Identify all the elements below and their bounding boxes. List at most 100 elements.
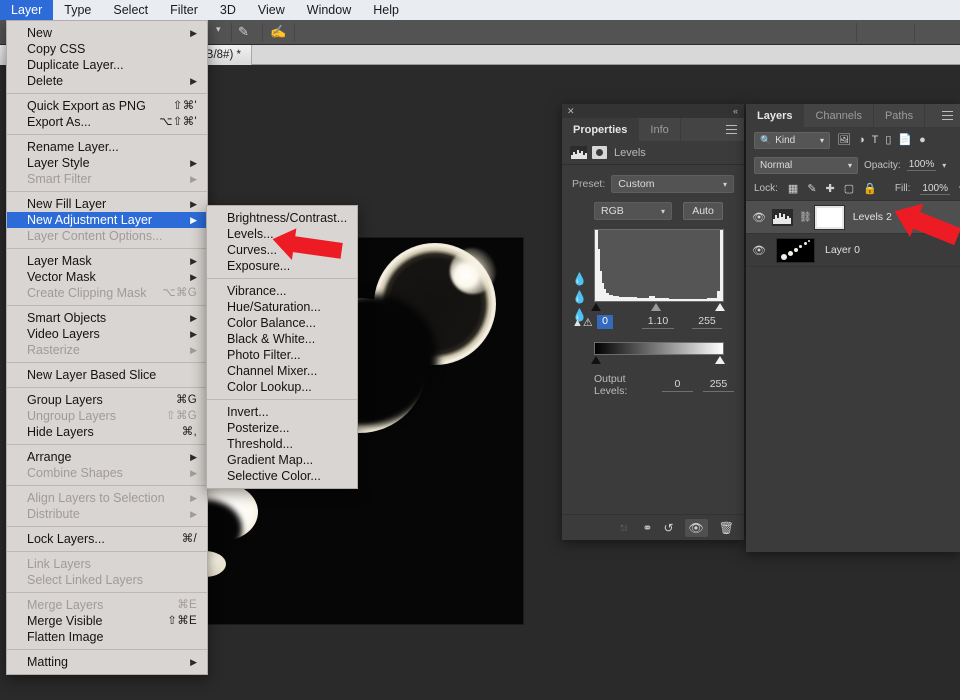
chevron-down-icon[interactable]: ▾ <box>942 161 946 170</box>
menu-item-invert[interactable]: Invert... <box>207 404 357 420</box>
menu-item-new-layer-based-slice[interactable]: New Layer Based Slice <box>7 367 207 383</box>
output-black-slider[interactable] <box>591 356 601 364</box>
menu-item-posterize[interactable]: Posterize... <box>207 420 357 436</box>
toggle-previous-state-icon[interactable]: ⚭ <box>642 521 652 535</box>
menu-item-rename-layer[interactable]: Rename Layer... <box>7 139 207 155</box>
collapse-icon[interactable]: « <box>733 106 738 116</box>
menu-item-color-balance[interactable]: Color Balance... <box>207 315 357 331</box>
blend-mode-select[interactable]: Normal ▾ <box>754 156 858 174</box>
menu-item-layer-mask[interactable]: Layer Mask ▶ <box>7 253 207 269</box>
menu-item-copy-css[interactable]: Copy CSS <box>7 41 207 57</box>
fill-value[interactable]: 100% <box>920 183 950 195</box>
menu-item-black-white[interactable]: Black & White... <box>207 331 357 347</box>
auto-button[interactable]: Auto <box>683 202 723 220</box>
menu-item-matting[interactable]: Matting ▶ <box>7 654 207 670</box>
menu-item-vector-mask[interactable]: Vector Mask ▶ <box>7 269 207 285</box>
menu-item-duplicate-layer[interactable]: Duplicate Layer... <box>7 57 207 73</box>
menu-item-hide-layers[interactable]: Hide Layers ⌘, <box>7 424 207 440</box>
histogram-warning-icon[interactable]: ▲⚠ <box>572 316 593 329</box>
clip-to-layer-icon[interactable]: ◾ <box>616 521 631 535</box>
properties-panel-titlebar[interactable]: ✕ « <box>562 104 744 118</box>
reset-icon[interactable]: ↺ <box>663 521 673 535</box>
menu-item-hue-saturation[interactable]: Hue/Saturation... <box>207 299 357 315</box>
menu-item-vibrance[interactable]: Vibrance... <box>207 283 357 299</box>
tab-properties[interactable]: Properties <box>562 118 640 141</box>
adjustment-filter-icon[interactable]: ◑ <box>858 134 865 146</box>
smart-object-filter-icon[interactable]: 📄 <box>898 134 912 146</box>
set-gray-point-eyedropper-icon[interactable]: 💧 <box>572 291 587 303</box>
lock-all-icon[interactable]: 🔒 <box>863 183 877 195</box>
menubar-item-select[interactable]: Select <box>102 0 159 20</box>
layer-name[interactable]: Layer 0 <box>825 244 860 256</box>
menu-item-group-layers[interactable]: Group Layers ⌘G <box>7 392 207 408</box>
menu-item-photo-filter[interactable]: Photo Filter... <box>207 347 357 363</box>
menu-item-threshold[interactable]: Threshold... <box>207 436 357 452</box>
adjustment-thumbnail[interactable] <box>772 208 793 226</box>
menu-item-quick-export-as-png[interactable]: Quick Export as PNG ⇧⌘' <box>7 98 207 114</box>
lock-position-icon[interactable]: ✚ <box>826 183 835 195</box>
menu-item-gradient-map[interactable]: Gradient Map... <box>207 452 357 468</box>
close-icon[interactable]: ✕ <box>567 106 575 116</box>
filter-kind-select[interactable]: 🔍 Kind ▾ <box>754 131 830 149</box>
channel-select[interactable]: RGB ▾ <box>594 202 672 220</box>
menubar-item-window[interactable]: Window <box>296 0 362 20</box>
menu-item-new-adjustment-layer[interactable]: New Adjustment Layer ▶ <box>7 212 207 228</box>
output-white-value[interactable]: 255 <box>702 378 734 392</box>
menubar-item-layer[interactable]: Layer <box>0 0 54 20</box>
menu-item-brightness-contrast[interactable]: Brightness/Contrast... <box>207 210 357 226</box>
menu-item-new-fill-layer[interactable]: New Fill Layer ▶ <box>7 196 207 212</box>
menu-item-new[interactable]: New ▶ <box>7 25 207 41</box>
brush-angle-icon[interactable]: ✎ <box>238 24 249 40</box>
black-point-slider[interactable] <box>591 303 601 311</box>
lock-transparent-pixels-icon[interactable]: ▦ <box>788 183 798 195</box>
gamma-slider[interactable] <box>651 303 661 311</box>
layer-thumbnail[interactable] <box>776 237 815 263</box>
preset-select[interactable]: Custom ▾ <box>611 175 734 193</box>
tablet-pressure-icon[interactable]: ✍ <box>270 24 286 40</box>
menubar-item-view[interactable]: View <box>247 0 296 20</box>
link-mask-icon[interactable]: ⛓ <box>799 212 812 223</box>
output-black-value[interactable]: 0 <box>661 378 693 392</box>
menu-item-smart-objects[interactable]: Smart Objects ▶ <box>7 310 207 326</box>
menu-item-merge-visible[interactable]: Merge Visible ⇧⌘E <box>7 613 207 629</box>
tab-layers[interactable]: Layers <box>746 104 805 127</box>
layer-visibility-icon[interactable]: 👁 <box>752 244 772 257</box>
filter-toggle-icon[interactable]: ● <box>919 134 926 146</box>
set-black-point-eyedropper-icon[interactable]: 💧 <box>572 273 587 285</box>
tab-paths[interactable]: Paths <box>874 104 926 127</box>
panel-menu-icon[interactable] <box>726 125 737 134</box>
layer-mask-thumbnail[interactable] <box>813 204 845 230</box>
toggle-visibility-icon[interactable]: 👁 <box>684 518 708 537</box>
lock-artboard-icon[interactable]: ▢ <box>844 183 854 195</box>
layer-mask-icon[interactable] <box>592 146 607 159</box>
lock-image-pixels-icon[interactable]: ✎ <box>807 183 816 195</box>
menu-item-layer-style[interactable]: Layer Style ▶ <box>7 155 207 171</box>
menubar-item-filter[interactable]: Filter <box>159 0 209 20</box>
menu-item-color-lookup[interactable]: Color Lookup... <box>207 379 357 395</box>
opacity-value[interactable]: 100% <box>906 159 937 171</box>
pixel-filter-icon[interactable]: 🖼 <box>837 134 851 146</box>
delete-icon[interactable]: 🗑 <box>719 521 734 535</box>
menu-item-lock-layers[interactable]: Lock Layers... ⌘/ <box>7 531 207 547</box>
output-white-slider[interactable] <box>715 356 725 364</box>
menu-item-export-as[interactable]: Export As... ⌥⇧⌘' <box>7 114 207 130</box>
panel-menu-icon[interactable] <box>942 111 953 120</box>
menu-item-flatten-image[interactable]: Flatten Image <box>7 629 207 645</box>
menu-item-channel-mixer[interactable]: Channel Mixer... <box>207 363 357 379</box>
shape-filter-icon[interactable]: ▯ <box>885 134 891 146</box>
layer-name[interactable]: Levels 2 <box>853 211 892 223</box>
input-white-value[interactable]: 255 <box>692 315 722 329</box>
menu-item-arrange[interactable]: Arrange ▶ <box>7 449 207 465</box>
input-black-value[interactable]: 0 <box>597 315 613 329</box>
menu-item-delete[interactable]: Delete ▶ <box>7 73 207 89</box>
type-filter-icon[interactable]: T <box>872 134 879 146</box>
tab-channels[interactable]: Channels <box>804 104 874 127</box>
chevron-down-icon[interactable]: ▾ <box>216 24 221 35</box>
menubar-item-type[interactable]: Type <box>53 0 102 20</box>
menubar-item-3d[interactable]: 3D <box>209 0 247 20</box>
layer-visibility-icon[interactable]: 👁 <box>752 211 772 224</box>
input-gamma-value[interactable]: 1.10 <box>642 315 674 329</box>
tab-info[interactable]: Info <box>639 118 681 141</box>
menubar-item-help[interactable]: Help <box>362 0 410 20</box>
menu-item-video-layers[interactable]: Video Layers ▶ <box>7 326 207 342</box>
